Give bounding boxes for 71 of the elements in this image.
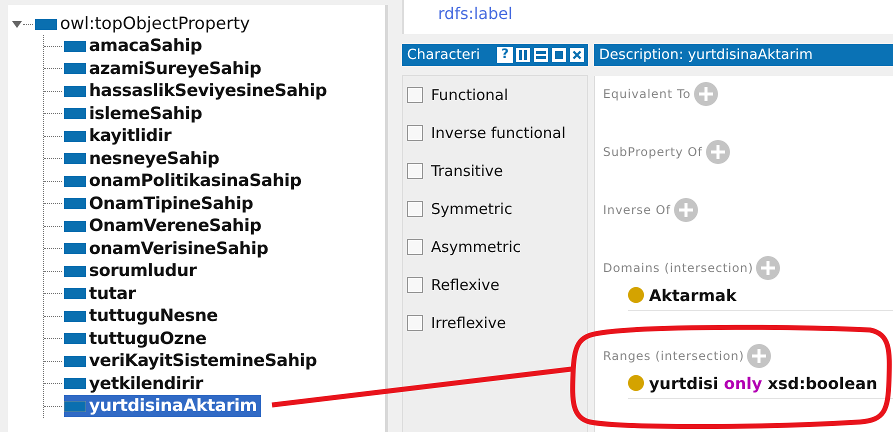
section-label: Inverse Of <box>603 203 671 217</box>
property-icon <box>64 153 86 164</box>
checkbox[interactable] <box>407 201 423 217</box>
close-icon[interactable] <box>569 47 585 63</box>
tree-item[interactable]: sorumludur <box>64 260 201 282</box>
tree-item[interactable]: owl:topObjectProperty <box>60 14 250 34</box>
property-icon <box>64 176 86 187</box>
panel-title: Characteri <box>407 47 480 63</box>
checkbox-label: Asymmetric <box>431 238 521 256</box>
tree-item[interactable]: amacaSahip <box>64 35 206 58</box>
selected-tree-item[interactable]: yurtdisinaAktarim <box>64 395 262 418</box>
property-icon <box>64 400 86 412</box>
checkbox[interactable] <box>407 315 423 331</box>
checkbox-label: Irreflexive <box>431 314 506 332</box>
tree-item[interactable]: tuttuguOzne <box>64 328 211 350</box>
add-icon[interactable] <box>706 140 730 164</box>
class-expression[interactable]: yurtdisi only xsd:boolean <box>649 374 878 392</box>
property-icon <box>64 378 86 390</box>
tree-item[interactable]: onamVerisineSahip <box>64 238 272 260</box>
help-button[interactable]: ? <box>497 47 513 63</box>
maximize-icon[interactable] <box>551 47 567 63</box>
property-icon <box>64 288 86 300</box>
add-icon[interactable] <box>756 256 780 280</box>
section-label: Ranges (intersection) <box>603 349 744 363</box>
checkbox-label: Reflexive <box>431 276 500 294</box>
checkbox[interactable] <box>407 125 423 141</box>
panel-title: Description: yurtdisinaAktarim <box>599 47 813 63</box>
tree-item[interactable]: onamPolitikasinaSahip <box>64 170 306 192</box>
property-icon <box>64 220 86 232</box>
tree-item[interactable]: hassaslikSeviyesineSahip <box>64 80 331 102</box>
property-icon <box>64 356 86 367</box>
property-icon <box>64 86 86 97</box>
checkbox[interactable] <box>407 239 423 255</box>
add-icon[interactable] <box>674 198 698 222</box>
checkbox-label: Inverse functional <box>431 124 566 142</box>
tree-item[interactable]: azamiSureyeSahip <box>64 58 266 80</box>
tree-item[interactable]: kayitlidir <box>64 125 176 148</box>
tree-item[interactable]: OnamTipineSahip <box>64 192 258 215</box>
property-icon <box>64 310 86 322</box>
section-label: Domains (intersection) <box>603 261 754 275</box>
checkbox-label: Symmetric <box>431 200 512 218</box>
tree-item[interactable]: tuttuguNesne <box>64 305 222 328</box>
checkbox-label: Transitive <box>431 162 503 180</box>
add-icon[interactable] <box>747 344 772 368</box>
checkbox-label: Functional <box>431 86 508 104</box>
property-icon <box>64 40 86 52</box>
split-columns-icon[interactable] <box>515 47 531 63</box>
property-icon <box>64 266 86 277</box>
tree-item[interactable]: nesneyeSahip <box>64 148 224 170</box>
split-rows-icon[interactable] <box>533 47 549 63</box>
property-icon <box>64 333 86 344</box>
annotation-property[interactable]: rdfs:label <box>438 4 513 23</box>
property-icon <box>64 108 86 120</box>
add-icon[interactable] <box>694 82 718 106</box>
tree-item[interactable]: islemeSahip <box>64 102 206 125</box>
tree-item[interactable]: yetkilendirir <box>64 372 208 395</box>
property-icon <box>35 18 57 30</box>
expand-triangle-icon[interactable] <box>12 19 22 29</box>
checkbox[interactable] <box>407 163 423 179</box>
property-icon <box>64 130 86 142</box>
checkbox[interactable] <box>407 277 423 293</box>
checkbox[interactable] <box>407 87 423 103</box>
tree-item[interactable]: OnamVereneSahip <box>64 215 266 238</box>
property-icon <box>64 63 86 74</box>
class-expression[interactable]: Aktarmak <box>649 286 736 304</box>
property-icon <box>64 243 86 254</box>
tree-item[interactable]: veriKayitSistemineSahip <box>64 350 321 372</box>
section-label: SubProperty Of <box>603 145 703 159</box>
section-label: Equivalent To <box>603 87 691 101</box>
tree-item[interactable]: tutar <box>64 282 140 305</box>
property-icon <box>64 198 86 210</box>
